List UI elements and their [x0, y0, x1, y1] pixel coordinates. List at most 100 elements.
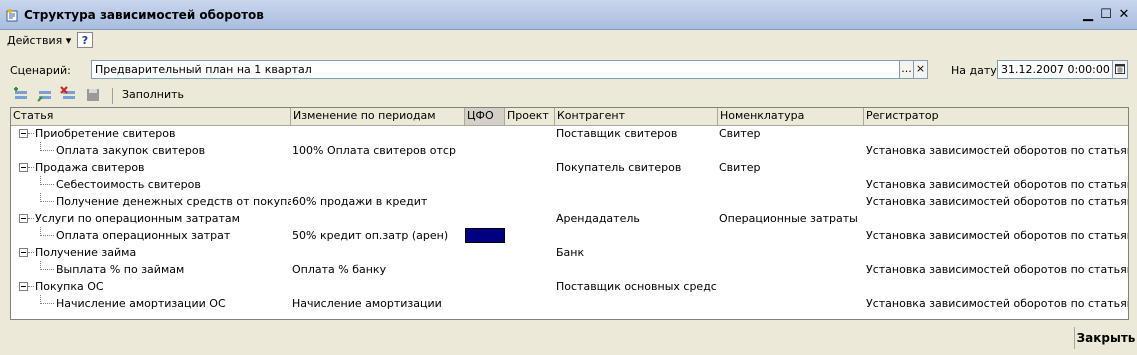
article-cell: Приобретение свитеров [35, 127, 176, 140]
registrar-cell [866, 125, 1128, 142]
counterparty-cell: Поставщик свитеров [556, 127, 678, 140]
change-cell [292, 125, 464, 142]
table-row[interactable]: Услуги по операционным затратам Арендадат… [11, 210, 1128, 227]
actions-toolbar: Действия ▾ ? [0, 30, 1137, 52]
bottom-bar: Закрыть [0, 322, 1137, 355]
calendar-button[interactable] [1112, 60, 1128, 79]
article-cell: Покупка ОС [35, 280, 104, 293]
actions-label: Действия [7, 34, 63, 47]
table-row[interactable]: Себестоимость свитеров Установка зависимо… [11, 176, 1128, 193]
table-header: Статья Изменение по периодам ЦФО Проект … [11, 108, 1128, 126]
nomenclature-cell [719, 261, 863, 278]
registrar-cell [866, 278, 1128, 295]
add-row-icon[interactable] [12, 86, 30, 104]
table-row[interactable]: Получение денежных средств от покупателе… [11, 193, 1128, 210]
registrar-cell: Установка зависимостей оборотов по стать… [866, 263, 1128, 276]
nomenclature-cell: Свитер [719, 127, 761, 140]
scenario-label: Сценарий: [10, 64, 71, 77]
dependency-table: Статья Изменение по периодам ЦФО Проект … [10, 107, 1129, 320]
cfo-cell-selected[interactable] [465, 228, 505, 243]
maximize-icon[interactable]: ☐ [1098, 7, 1114, 23]
scenario-field[interactable]: Предварительный план на 1 квартал [91, 60, 900, 79]
scenario-clear-button[interactable]: × [913, 60, 928, 79]
counterparty-cell: Банк [556, 246, 585, 259]
change-cell: 100% Оплата свитеров отср [292, 144, 456, 157]
article-cell: Продажа свитеров [35, 161, 145, 174]
registrar-cell: Установка зависимостей оборотов по стать… [866, 144, 1128, 157]
counterparty-cell: Поставщик основных средств [556, 280, 717, 293]
article-cell: Оплата операционных затрат [56, 229, 231, 242]
close-icon[interactable]: ✕ [1116, 7, 1132, 23]
collapse-icon[interactable] [19, 282, 28, 291]
nomenclature-cell [719, 142, 863, 159]
table-row[interactable]: Приобретение свитеров Поставщик свитеров С… [11, 125, 1128, 142]
table-row[interactable]: Получение займа Банк [11, 244, 1128, 261]
counterparty-cell: Покупатель свитеров [556, 161, 682, 174]
column-header-change[interactable]: Изменение по периодам [291, 108, 465, 125]
change-cell: Оплата % банку [292, 263, 387, 276]
title-bar: Структура зависимостей оборотов ▁ ☐ ✕ [0, 0, 1137, 30]
date-label: На дату: [951, 64, 1001, 77]
table-row[interactable]: Оплата операционных затрат 50% кредит оп.… [11, 227, 1128, 244]
tree-line [28, 167, 34, 169]
table-row[interactable]: Оплата закупок свитеров 100% Оплата свите… [11, 142, 1128, 159]
collapse-icon[interactable] [19, 163, 28, 172]
tree-line [40, 235, 54, 237]
tree-line [28, 252, 34, 254]
tree-line [40, 269, 54, 271]
help-button[interactable]: ? [77, 32, 93, 48]
change-cell [292, 210, 464, 227]
minimize-icon[interactable]: ▁ [1080, 7, 1096, 23]
article-cell: Оплата закупок свитеров [56, 144, 206, 157]
table-row[interactable]: Продажа свитеров Покупатель свитеров Свите… [11, 159, 1128, 176]
app-icon [6, 9, 18, 22]
table-row[interactable]: Начисление амортизации ОС Начисление амор… [11, 295, 1128, 312]
nomenclature-cell [719, 244, 863, 261]
actions-menu[interactable]: Действия ▾ [4, 33, 74, 49]
registrar-cell: Установка зависимостей оборотов по стать… [866, 297, 1128, 310]
calendar-icon [1115, 64, 1125, 74]
tree-line [40, 201, 54, 203]
column-header-article[interactable]: Статья [11, 108, 291, 125]
counterparty-cell [556, 295, 717, 312]
table-row[interactable]: Выплата % по займам Оплата % банку Установ… [11, 261, 1128, 278]
copy-row-icon[interactable] [36, 86, 54, 104]
table-row[interactable]: Покупка ОС Поставщик основных средств [11, 278, 1128, 295]
scenario-select-button[interactable]: ... [899, 60, 914, 79]
collapse-icon[interactable] [19, 129, 28, 138]
change-cell [292, 159, 464, 176]
counterparty-cell [556, 176, 717, 193]
tree-line [40, 184, 54, 186]
close-button[interactable]: Закрыть [1074, 327, 1137, 349]
delete-row-icon[interactable] [60, 86, 78, 104]
tree-line [28, 286, 34, 288]
article-cell: Выплата % по займам [56, 263, 185, 276]
save-icon[interactable] [84, 86, 102, 104]
tree-line [40, 150, 54, 152]
article-cell: Себестоимость свитеров [56, 178, 201, 191]
counterparty-cell [556, 193, 717, 210]
collapse-icon[interactable] [19, 214, 28, 223]
column-header-counterparty[interactable]: Контрагент [555, 108, 718, 125]
nomenclature-cell [719, 295, 863, 312]
nomenclature-cell [719, 193, 863, 210]
column-header-project[interactable]: Проект [505, 108, 555, 125]
column-header-cfo[interactable]: ЦФО [465, 108, 505, 125]
nomenclature-cell: Операционные затраты [719, 212, 858, 225]
article-cell: Получение денежных средств от покупателе… [56, 195, 291, 208]
registrar-cell: Установка зависимостей оборотов по стать… [866, 178, 1128, 191]
tree-line [28, 218, 34, 220]
counterparty-cell [556, 227, 717, 244]
registrar-cell [866, 210, 1128, 227]
change-cell: Начисление амортизации [292, 297, 442, 310]
registrar-cell: Установка зависимостей оборотов по стать… [866, 195, 1128, 208]
fill-button[interactable]: Заполнить [122, 88, 184, 101]
column-header-nomenclature[interactable]: Номенклатура [718, 108, 864, 125]
column-header-registrar[interactable]: Регистратор [864, 108, 1128, 125]
date-field[interactable]: 31.12.2007 0:00:00 [997, 60, 1113, 79]
registrar-cell: Установка зависимостей оборотов по стать… [866, 229, 1128, 242]
article-cell: Получение займа [35, 246, 137, 259]
collapse-icon[interactable] [19, 248, 28, 257]
window-title: Структура зависимостей оборотов [24, 8, 264, 22]
change-cell [292, 244, 464, 261]
